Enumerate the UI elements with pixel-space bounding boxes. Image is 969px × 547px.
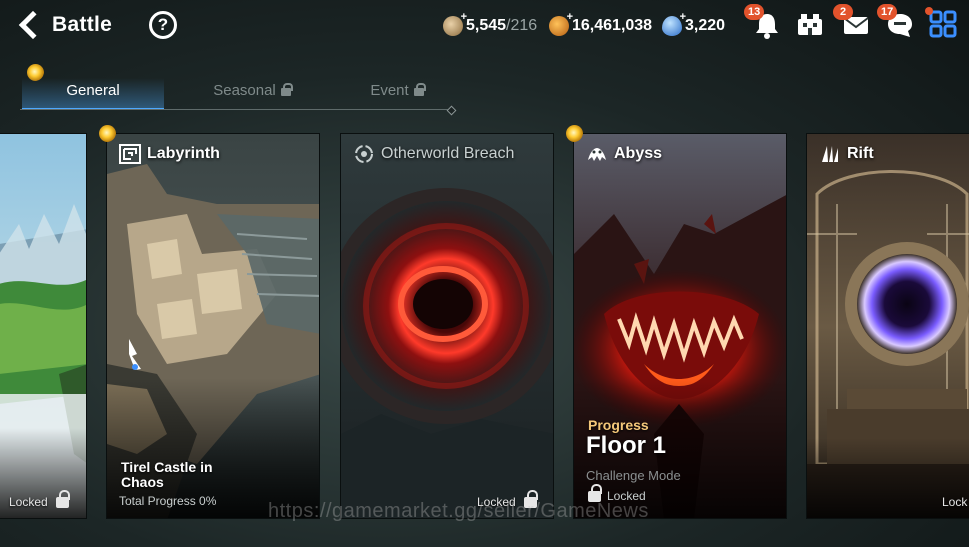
maze-icon	[119, 144, 141, 164]
card-rift[interactable]: Rift Lock	[806, 133, 969, 519]
card-otherworld-breach[interactable]: Otherworld Breach Locked	[340, 133, 554, 519]
gold-resource[interactable]: + 16,461,038	[549, 11, 653, 38]
skystone-value: 3,220	[685, 17, 726, 34]
top-bar: Battle ? + 5,545/216 + 16,461,038 + 3,22…	[0, 0, 969, 52]
challenge-mode-label: Challenge Mode	[586, 468, 681, 483]
tab-general[interactable]: General	[22, 78, 164, 110]
gold-value: 16,461,038	[572, 17, 653, 34]
stamina-resource[interactable]: + 5,545/216	[443, 11, 538, 38]
card-title: Rift	[819, 144, 874, 164]
chat-badge: 17	[877, 4, 898, 20]
locked-status: Lock	[942, 495, 968, 509]
skystone-icon: +	[662, 11, 686, 36]
skystone-resource[interactable]: + 3,220	[662, 11, 726, 38]
back-arrow-icon[interactable]	[14, 10, 44, 40]
card-partial-left[interactable]: Locked	[0, 133, 87, 519]
labyrinth-orb-icon	[99, 125, 116, 142]
card-progress: Total Progress 0%	[119, 494, 217, 508]
tab-bar: General Seasonal Event	[20, 60, 454, 112]
breach-portal-icon	[353, 144, 375, 164]
stamina-icon: +	[443, 11, 467, 36]
menu-dot	[925, 7, 933, 15]
alerts-badge: 13	[744, 4, 765, 20]
abyss-orb-icon	[566, 125, 583, 142]
card-title: Abyss	[586, 144, 662, 164]
floor-value: Floor 1	[586, 432, 667, 459]
card-labyrinth[interactable]: Labyrinth Tirel Castle in Chaos Total Pr…	[106, 133, 320, 519]
tab-event[interactable]: Event	[332, 78, 462, 110]
breach-art	[341, 134, 553, 518]
menu-grid-icon[interactable]	[925, 7, 959, 40]
guild-icon[interactable]	[795, 10, 825, 40]
rift-icon	[819, 144, 841, 164]
bell-icon[interactable]: 13	[744, 4, 782, 40]
stamina-value: 5,545	[466, 17, 507, 34]
card-subtitle: Tirel Castle in Chaos	[121, 459, 213, 490]
chat-icon[interactable]: 17	[877, 4, 915, 40]
help-icon[interactable]: ?	[149, 11, 177, 39]
card-abyss[interactable]: Abyss Progress Floor 1 Challenge Mode Lo…	[573, 133, 787, 519]
watermark-text: https://gamemarket.gg/seller/GameNews	[268, 500, 649, 522]
progress-label: Progress	[588, 417, 649, 433]
lock-icon	[55, 489, 70, 508]
mail-badge: 2	[833, 4, 853, 20]
card-title: Otherworld Breach	[353, 144, 514, 164]
lock-icon	[280, 83, 293, 96]
stamina-max: /216	[506, 17, 538, 34]
card-title: Labyrinth	[119, 144, 220, 164]
tab-seasonal[interactable]: Seasonal	[182, 78, 322, 110]
tab-underline	[20, 109, 452, 110]
locked-status: Locked	[9, 489, 70, 509]
abyss-claw-icon	[586, 144, 608, 164]
lock-icon	[413, 83, 426, 96]
page-title: Battle	[52, 13, 113, 36]
gold-icon: +	[549, 11, 573, 36]
mail-icon[interactable]: 2	[833, 4, 871, 40]
